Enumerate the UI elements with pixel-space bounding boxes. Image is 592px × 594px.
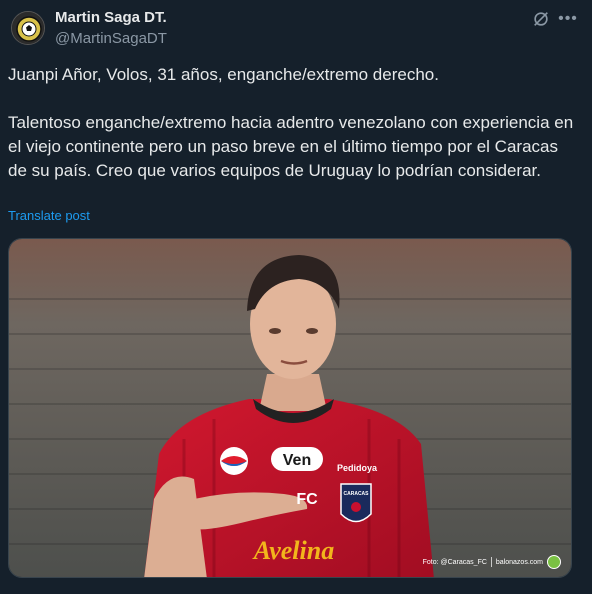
tweet-header: Martin Saga DT. @MartinSagaDT ••• <box>8 8 578 50</box>
jersey-chest-text: FC <box>296 491 318 508</box>
jersey-main-sponsor: Avelina <box>252 536 334 565</box>
jersey-club-badge: CARACAS <box>344 491 370 497</box>
player-photo: Ven Pedidoya CARACAS FC Avelina <box>9 239 571 577</box>
more-options-icon[interactable]: ••• <box>558 9 578 29</box>
avatar[interactable] <box>11 11 45 45</box>
grok-icon[interactable] <box>532 10 550 28</box>
photo-credit: Foto: @Caracas_FC balonazos.com <box>423 555 561 569</box>
author-display-name[interactable]: Martin Saga DT. <box>55 9 167 26</box>
author-handle[interactable]: @MartinSagaDT <box>55 30 167 47</box>
translate-post-link[interactable]: Translate post <box>8 208 90 223</box>
jersey-sponsor-right: Pedidoya <box>337 463 378 473</box>
watermark-text: balonazos.com <box>495 558 543 566</box>
jersey-sponsor-top: Ven <box>283 452 311 469</box>
soccer-ball-badge-icon <box>12 12 44 44</box>
watermark-ball-icon <box>547 555 561 569</box>
tweet-text: Juanpi Añor, Volos, 31 años, enganche/ex… <box>8 65 574 180</box>
photo-credit-text: Foto: @Caracas_FC <box>422 558 487 566</box>
credit-divider <box>490 557 492 567</box>
tweet-photo[interactable]: Ven Pedidoya CARACAS FC Avelina Foto: @C… <box>8 238 572 578</box>
